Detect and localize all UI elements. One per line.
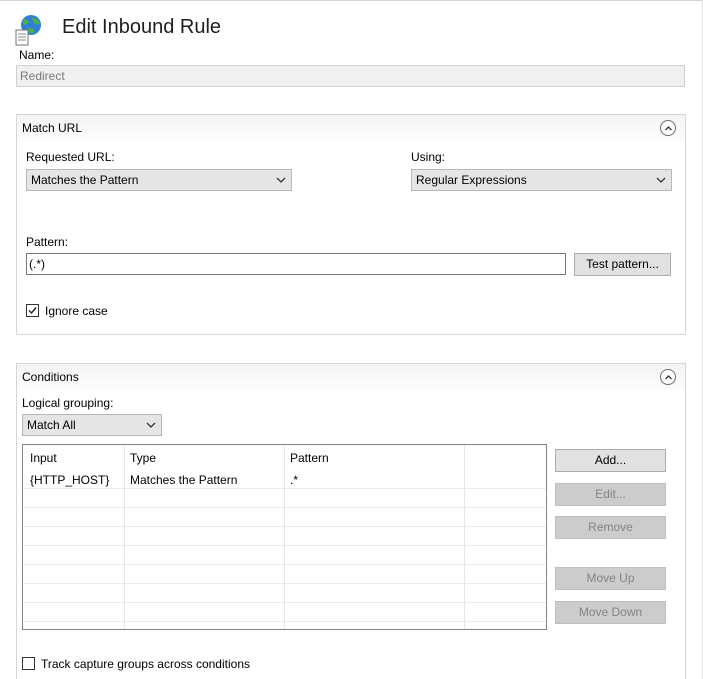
conditions-title: Conditions — [22, 370, 79, 384]
row-divider — [23, 488, 546, 489]
pattern-label: Pattern: — [26, 235, 69, 249]
table-header: Input Type Pattern — [23, 445, 546, 469]
collapse-match-url-button[interactable] — [660, 120, 676, 136]
match-url-title: Match URL — [22, 121, 83, 135]
row-input-cell: {HTTP_HOST} — [30, 473, 110, 487]
row-divider — [23, 621, 546, 622]
test-pattern-button[interactable]: Test pattern... — [574, 253, 671, 276]
row-divider — [23, 602, 546, 603]
ignore-case-label[interactable]: Ignore case — [45, 304, 108, 318]
using-label: Using: — [411, 150, 446, 164]
collapse-conditions-button[interactable] — [660, 369, 676, 385]
name-field[interactable]: Redirect — [16, 65, 685, 87]
requested-url-select[interactable]: Matches the Pattern — [26, 169, 292, 191]
logical-grouping-value: Match All — [27, 418, 76, 432]
conditions-table[interactable]: Input Type Pattern {HTTP_HOST} Matches t… — [22, 444, 547, 630]
logical-grouping-select[interactable]: Match All — [22, 414, 162, 436]
add-button[interactable]: Add... — [555, 449, 666, 472]
chevron-down-icon — [146, 422, 156, 428]
logical-grouping-label: Logical grouping: — [22, 396, 114, 410]
pattern-input[interactable]: (.*) — [26, 253, 566, 275]
chevron-up-icon — [665, 126, 672, 131]
column-header-type[interactable]: Type — [130, 451, 156, 465]
checkmark-icon — [28, 307, 37, 315]
row-divider — [23, 526, 546, 527]
chevron-down-icon — [656, 177, 666, 183]
using-select[interactable]: Regular Expressions — [411, 169, 672, 191]
row-divider — [23, 564, 546, 565]
row-pattern-cell: .* — [290, 473, 299, 487]
top-border — [0, 0, 703, 1]
globe-document-icon — [14, 14, 44, 46]
requested-url-value: Matches the Pattern — [31, 173, 139, 187]
chevron-down-icon — [276, 177, 286, 183]
page-title: Edit Inbound Rule — [62, 16, 222, 38]
track-capture-checkbox[interactable] — [22, 657, 35, 670]
row-divider — [23, 507, 546, 508]
track-capture-label[interactable]: Track capture groups across conditions — [41, 657, 250, 671]
row-type-cell: Matches the Pattern — [130, 473, 238, 487]
move-up-button[interactable]: Move Up — [555, 567, 666, 590]
match-url-header: Match URL — [17, 115, 685, 141]
ignore-case-checkbox[interactable] — [26, 304, 39, 317]
edit-button[interactable]: Edit... — [555, 483, 666, 506]
row-divider — [23, 583, 546, 584]
match-url-section: Match URL — [16, 114, 686, 335]
remove-button[interactable]: Remove — [555, 516, 666, 539]
name-label: Name: — [19, 48, 55, 62]
move-down-button[interactable]: Move Down — [555, 601, 666, 624]
requested-url-label: Requested URL: — [26, 150, 115, 164]
conditions-header: Conditions — [17, 364, 685, 390]
column-header-pattern[interactable]: Pattern — [290, 451, 329, 465]
chevron-up-icon — [665, 375, 672, 380]
column-header-input[interactable]: Input — [30, 451, 57, 465]
using-value: Regular Expressions — [416, 173, 527, 187]
row-divider — [23, 545, 546, 546]
